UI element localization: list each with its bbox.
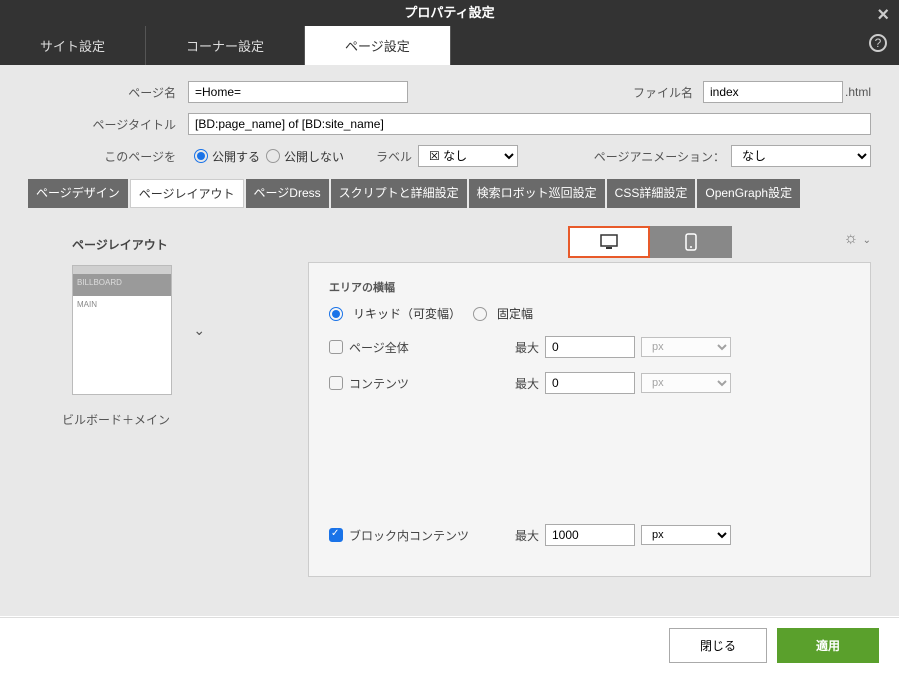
layout-preview[interactable]: BILLBOARD MAIN [72, 265, 172, 395]
liquid-radio[interactable]: リキッド（可変幅） [329, 305, 461, 322]
dialog-title: プロパティ設定 [404, 5, 494, 20]
footer: 閉じる 適用 [0, 617, 899, 673]
gear-icon[interactable]: ☼ ⌄ [844, 230, 872, 248]
subtab-design[interactable]: ページデザイン [28, 179, 128, 208]
subtab-script[interactable]: スクリプトと詳細設定 [331, 179, 467, 208]
file-name-input[interactable] [703, 81, 843, 103]
area-width-panel: エリアの横幅 リキッド（可変幅） 固定幅 ページ全体 最大 px コンテンツ 最… [308, 262, 871, 577]
block-contents-input[interactable] [545, 524, 635, 546]
subtab-dress[interactable]: ページDress [246, 179, 329, 208]
label-select[interactable]: ☒ なし [418, 145, 518, 167]
unpublish-radio[interactable]: 公開しない [266, 148, 344, 165]
page-name-label: ページ名 [28, 84, 188, 101]
max-label-1: 最大 [499, 339, 539, 356]
fixed-radio[interactable]: 固定幅 [473, 305, 533, 322]
label-label: ラベル [376, 148, 412, 165]
contents-check[interactable] [329, 376, 343, 390]
tab-site[interactable]: サイト設定 [0, 26, 146, 65]
mobile-icon [685, 233, 697, 251]
page-name-input[interactable] [188, 81, 408, 103]
content-area: ページ名 ファイル名 .html ページタイトル このページを 公開する 公開し… [0, 65, 899, 616]
block-contents-label: ブロック内コンテンツ [349, 527, 499, 544]
subtab-robot[interactable]: 検索ロボット巡回設定 [469, 179, 605, 208]
tab-page[interactable]: ページ設定 [305, 26, 451, 65]
block-contents-check[interactable] [329, 528, 343, 542]
block-contents-unit[interactable]: px [641, 525, 731, 545]
device-desktop-tab[interactable] [568, 226, 650, 258]
main-region: MAIN [73, 296, 171, 386]
desktop-icon [600, 234, 618, 250]
subtab-css[interactable]: CSS詳細設定 [607, 179, 696, 208]
contents-label: コンテンツ [349, 375, 499, 392]
file-ext: .html [845, 85, 871, 99]
chevron-down-icon[interactable]: ⌄ [193, 322, 205, 339]
close-button[interactable]: 閉じる [669, 628, 767, 663]
billboard-region: BILLBOARD [73, 274, 171, 296]
max-label-2: 最大 [499, 375, 539, 392]
subtab-layout[interactable]: ページレイアウト [130, 179, 244, 208]
file-name-label: ファイル名 [623, 84, 703, 101]
contents-unit[interactable]: px [641, 373, 731, 393]
contents-input[interactable] [545, 372, 635, 394]
whole-page-check[interactable] [329, 340, 343, 354]
whole-page-unit[interactable]: px [641, 337, 731, 357]
apply-button[interactable]: 適用 [777, 628, 879, 663]
help-icon[interactable]: ? [869, 34, 887, 52]
page-title-label: ページタイトル [28, 116, 188, 133]
anim-label: ページアニメーション： [594, 148, 725, 165]
publish-radio[interactable]: 公開する [194, 148, 260, 165]
whole-page-input[interactable] [545, 336, 635, 358]
whole-page-label: ページ全体 [349, 339, 499, 356]
title-bar: プロパティ設定 × [0, 0, 899, 26]
main-tabs: サイト設定 コーナー設定 ページ設定 ? [0, 26, 899, 65]
layout-caption: ビルボード＋メイン [62, 411, 288, 428]
page-title-input[interactable] [188, 113, 871, 135]
device-mobile-tab[interactable] [650, 226, 732, 258]
close-icon[interactable]: × [877, 2, 889, 28]
this-page-label: このページを [28, 148, 188, 165]
sub-tabs: ページデザイン ページレイアウト ページDress スクリプトと詳細設定 検索ロ… [28, 179, 871, 208]
tab-corner[interactable]: コーナー設定 [146, 26, 305, 65]
area-width-title: エリアの横幅 [329, 279, 850, 295]
max-label-3: 最大 [499, 527, 539, 544]
subtab-og[interactable]: OpenGraph設定 [697, 179, 800, 208]
anim-select[interactable]: なし [731, 145, 871, 167]
layout-panel: ページレイアウト BILLBOARD MAIN ⌄ ビルボード＋メイン [28, 226, 308, 577]
layout-title: ページレイアウト [72, 236, 288, 253]
